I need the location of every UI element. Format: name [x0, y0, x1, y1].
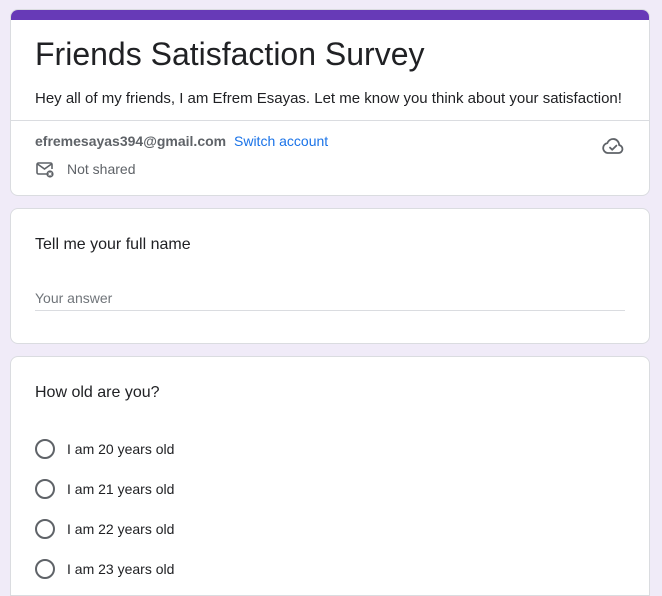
age-option-20[interactable]: I am 20 years old [35, 429, 174, 469]
header-divider [11, 120, 649, 121]
full-name-input[interactable] [35, 286, 625, 311]
age-options-group: I am 20 years old I am 21 years old I am… [35, 429, 174, 589]
option-label: I am 23 years old [67, 561, 175, 577]
form-title: Friends Satisfaction Survey [35, 36, 425, 72]
age-option-22[interactable]: I am 22 years old [35, 509, 174, 549]
sharing-status: Not shared [35, 158, 135, 180]
account-email: efremesayas394@gmail.com [35, 133, 227, 149]
option-label: I am 22 years old [67, 521, 175, 537]
radio-button[interactable] [35, 479, 55, 499]
age-option-21[interactable]: I am 21 years old [35, 469, 174, 509]
form-description: Hey all of my friends, I am Efrem Esayas… [35, 90, 622, 107]
question-title: Tell me your full name [35, 236, 191, 253]
form-header-card: Friends Satisfaction Survey Hey all of m… [10, 9, 650, 196]
radio-button[interactable] [35, 439, 55, 459]
cloud-check-icon[interactable] [601, 134, 625, 158]
radio-button[interactable] [35, 559, 55, 579]
mail-off-icon [35, 159, 55, 179]
shared-status-text: Not shared [67, 161, 136, 177]
option-label: I am 20 years old [67, 441, 175, 457]
switch-account-link[interactable]: Switch account [234, 133, 328, 149]
account-row: efremesayas394@gmail.com Switch account [35, 131, 328, 151]
age-option-23[interactable]: I am 23 years old [35, 549, 174, 589]
question-card-full-name: Tell me your full name [10, 208, 650, 344]
question-title: How old are you? [35, 384, 160, 401]
radio-button[interactable] [35, 519, 55, 539]
option-label: I am 21 years old [67, 481, 175, 497]
question-card-age: How old are you? I am 20 years old I am … [10, 356, 650, 596]
header-accent-bar [11, 10, 649, 20]
